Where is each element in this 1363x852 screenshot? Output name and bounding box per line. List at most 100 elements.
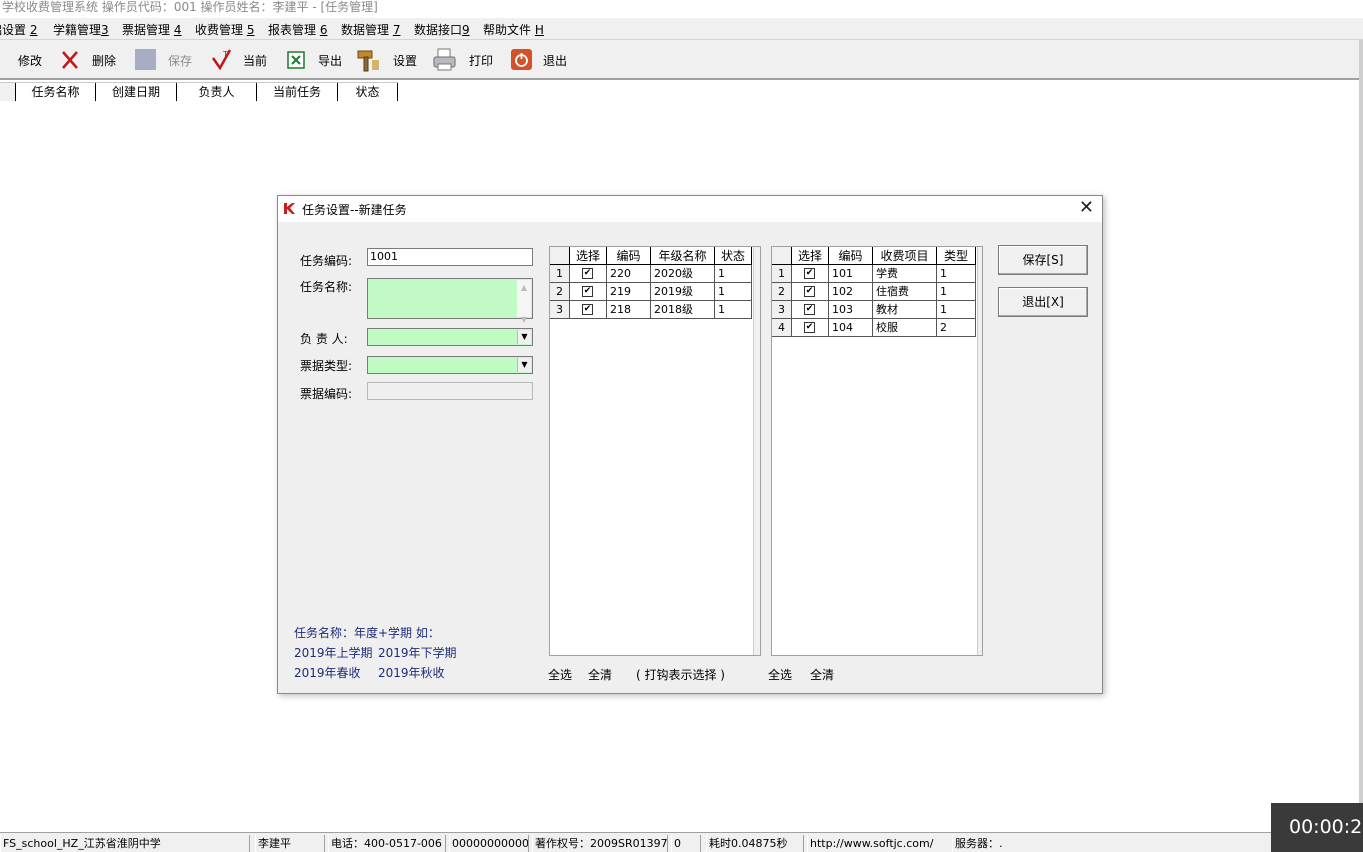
export-button[interactable]: 导出	[285, 48, 347, 72]
column-header[interactable]: 编码	[607, 247, 651, 265]
menu-data-management[interactable]: 数据管理 7	[341, 21, 400, 38]
column-header[interactable]: 当前任务	[257, 83, 338, 101]
column-header[interactable]: 类型	[937, 247, 976, 265]
select-cell[interactable]: ✔	[792, 283, 829, 301]
exit-button[interactable]: 退出	[510, 48, 572, 72]
column-header[interactable]: 状态	[715, 247, 752, 265]
example-text: 2019年上学期	[294, 646, 373, 660]
settings-label: 设置	[393, 54, 418, 68]
code-cell: 101	[829, 265, 873, 283]
hammer-icon	[357, 48, 381, 72]
export-label: 导出	[318, 54, 343, 68]
column-header[interactable]: 创建日期	[96, 83, 177, 101]
ticket-type-label: 票据类型:	[300, 359, 353, 373]
owner-select[interactable]: ▼	[367, 328, 533, 346]
checkbox[interactable]: ✔	[804, 286, 815, 297]
checkbox[interactable]: ✔	[582, 286, 593, 297]
code-cell: 220	[607, 265, 651, 283]
fee-item-cell: 校服	[873, 319, 937, 337]
server-status: 服务器：.	[952, 835, 1072, 852]
select-cell[interactable]: ✔	[570, 283, 607, 301]
column-header[interactable]: 选择	[792, 247, 829, 265]
edit-button[interactable]: 修改	[0, 48, 50, 72]
menu-data-interface[interactable]: 数据接口9	[414, 21, 470, 38]
task-code-input[interactable]: 1001	[367, 248, 533, 266]
menu-student-records[interactable]: 学籍管理3	[53, 21, 109, 38]
delete-icon	[58, 48, 82, 72]
column-header[interactable]: 选择	[570, 247, 607, 265]
exit-button[interactable]: 退出[X]	[998, 287, 1088, 317]
menu-fee-management[interactable]: 收费管理 5	[195, 21, 254, 38]
grade-name-cell: 2018级	[651, 301, 715, 319]
save-button[interactable]: 保存[S]	[998, 245, 1088, 275]
menu-help[interactable]: 帮助文件 H	[483, 21, 544, 38]
fee-clear-all[interactable]: 全清	[810, 666, 834, 683]
code-cell: 218	[607, 301, 651, 319]
phone-status: 电话：400-0517-006	[328, 835, 446, 852]
select-cell[interactable]: ✔	[570, 301, 607, 319]
select-cell[interactable]: ✔	[570, 265, 607, 283]
fee-table-scrollbar[interactable]	[977, 247, 982, 655]
fee-item-cell: 学费	[873, 265, 937, 283]
column-header[interactable]: 年级名称	[651, 247, 715, 265]
select-cell[interactable]: ✔	[792, 301, 829, 319]
svg-text:T: T	[222, 50, 228, 59]
current-button[interactable]: T 当前	[210, 48, 272, 72]
column-header[interactable]: 状态	[338, 83, 398, 101]
grade-clear-all[interactable]: 全清	[588, 666, 612, 683]
column-header[interactable]: 负责人	[177, 83, 257, 101]
menu-bar: 础设置 2 学籍管理3 票据管理 4 收费管理 5 报表管理 6 数据管理 7 …	[0, 18, 1363, 40]
select-cell[interactable]: ✔	[792, 319, 829, 337]
grade-table-scrollbar[interactable]	[753, 247, 760, 655]
fee-item-cell: 教材	[873, 301, 937, 319]
checkbox[interactable]: ✔	[804, 268, 815, 279]
type-cell: 2	[937, 319, 976, 337]
menu-report-management[interactable]: 报表管理 6	[268, 21, 327, 38]
status-bar: FS_school_HZ_江苏省淮阴中学 李建平 电话：400-0517-006…	[0, 832, 1363, 852]
status-cell: 1	[715, 283, 752, 301]
task-name-input[interactable]: ▲ ▼	[367, 278, 533, 324]
task-grid-header: 任务名称 创建日期 负责人 当前任务 状态	[0, 82, 398, 101]
checkbox[interactable]: ✔	[582, 268, 593, 279]
recording-timer: 00:00:27	[1271, 803, 1363, 852]
chevron-down-icon[interactable]: ▼	[517, 358, 531, 372]
row-number: 2	[550, 283, 570, 301]
owner-label: 负 责 人:	[300, 332, 348, 346]
window-scrollbar[interactable]	[1359, 40, 1363, 830]
task-code-label: 任务编码:	[300, 254, 353, 268]
example-text: 2019年下学期	[378, 646, 457, 660]
column-header[interactable]: 任务名称	[16, 83, 96, 101]
select-cell[interactable]: ✔	[792, 265, 829, 283]
menu-basic-settings[interactable]: 础设置 2	[0, 21, 37, 38]
checkbox[interactable]: ✔	[804, 304, 815, 315]
selection-hint: ( 打钩表示选择 )	[636, 668, 725, 682]
column-header[interactable]: 编码	[829, 247, 873, 265]
window-title: 学校收费管理系统 操作员代码：001 操作员姓名：李建平 - [任务管理]	[0, 0, 1363, 18]
url-status: http://www.softjc.com/	[807, 835, 947, 852]
save-button[interactable]: 保存	[134, 48, 194, 72]
status-cell: 1	[715, 301, 752, 319]
column-header[interactable]: 收费项目	[873, 247, 937, 265]
close-icon[interactable]: ✕	[1079, 199, 1094, 217]
type-cell: 1	[937, 301, 976, 319]
grade-name-cell: 2020级	[651, 265, 715, 283]
ticket-type-select[interactable]: ▼	[367, 356, 533, 374]
save-label: 保存	[168, 54, 193, 68]
grade-select-all[interactable]: 全选	[548, 666, 572, 683]
row-number: 3	[550, 301, 570, 319]
delete-button[interactable]: 删除	[58, 48, 122, 72]
save-icon	[134, 48, 158, 72]
dialog-title-bar[interactable]: 任务设置--新建任务 ✕	[278, 196, 1102, 222]
checkmark-icon: T	[210, 48, 234, 72]
settings-button[interactable]: 设置	[357, 48, 421, 72]
fee-select-all[interactable]: 全选	[768, 666, 792, 683]
current-label: 当前	[243, 54, 268, 68]
menu-ticket-management[interactable]: 票据管理 4	[122, 21, 181, 38]
toolbar: 修改 删除 保存 T 当前 导出 设置 打印 退出	[0, 40, 1363, 80]
checkbox[interactable]: ✔	[804, 322, 815, 333]
code-cell: 219	[607, 283, 651, 301]
checkbox[interactable]: ✔	[582, 304, 593, 315]
memo-scrollbar[interactable]: ▲ ▼	[517, 280, 531, 324]
chevron-down-icon[interactable]: ▼	[517, 330, 531, 344]
print-button[interactable]: 打印	[433, 48, 495, 72]
